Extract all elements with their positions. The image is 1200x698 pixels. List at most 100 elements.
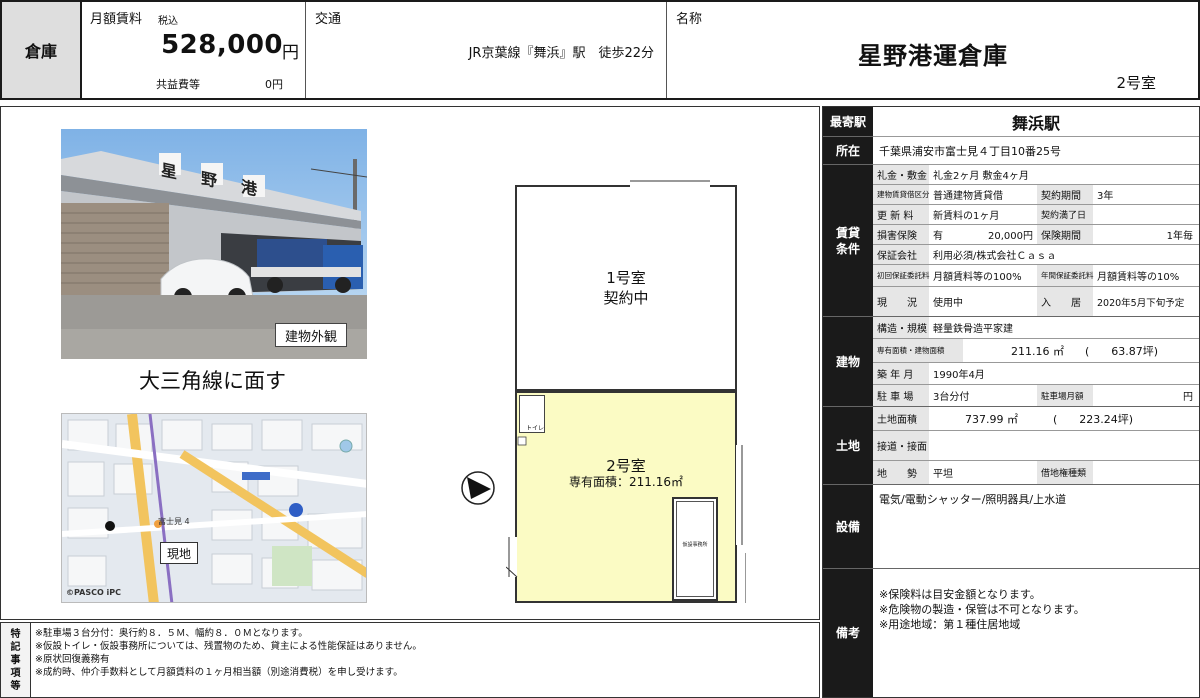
temp-office-inner [676, 501, 714, 597]
remark-line: ※危険物の製造・保管は不可となります。 [879, 603, 1085, 616]
map-illustration [62, 414, 366, 602]
terrain-label: 地 勢 [873, 461, 929, 484]
name-box: 名称 星野港運倉庫 2号室 [668, 2, 1198, 98]
access-box: 交通 JR京葉線『舞浜』駅 徒歩22分 [307, 2, 667, 98]
built-label: 築 年 月 [873, 363, 929, 384]
contract-end-label: 契約満了日 [1037, 205, 1093, 224]
facilities-label: 設備 [823, 485, 873, 569]
rent-box: 月額賃料 税込 528,000 円 共益費等 0円 [84, 2, 306, 98]
notes-label-char: 記 [10, 641, 21, 653]
special-notes-lines: ※駐車場３台分付：奥行約８．５Ｍ、幅約８．０Ｍとなります。 ※仮設トイレ・仮設事… [35, 627, 422, 679]
status-label: 現 況 [873, 287, 929, 316]
common-fee-label: 共益費等 [156, 78, 200, 91]
area-tsubo: ( 63.87坪) [1085, 344, 1159, 358]
land-area-tsubo: ( 223.24坪) [1053, 412, 1134, 426]
structure-value: 軽量鉄骨造平家建 [933, 324, 1013, 335]
land-label: 土地 [823, 407, 873, 485]
structure-row: 構造・規模 軽量鉄骨造平家建 [873, 317, 1199, 339]
lease-label-line: 条件 [835, 241, 860, 256]
toilet-label: トイレ [526, 425, 545, 432]
movein-value: 2020年5月下旬予定 [1097, 297, 1185, 309]
remarks-lines: ※保険料は目安金額となります。 ※危険物の製造・保管は不可となります。 ※用途地… [879, 587, 1085, 632]
renewal-row: 更 新 料 新賃料の1ヶ月 契約満了日 [873, 205, 1199, 225]
parking-value: 3台分付 [933, 392, 970, 403]
room-2-area-text: 専有面積：211.16㎡ [569, 475, 683, 489]
special-notes-label: 特 記 事 項 等 [1, 623, 31, 697]
status-row: 現 況 使用中 入 居 2020年5月下旬予定 [873, 287, 1199, 317]
key-money-value: 礼金2ヶ月 敷金4ヶ月 [933, 171, 1029, 182]
insurance-row: 損害保険 有 20,000円 保険期間 1年毎 [873, 225, 1199, 245]
parking-fee-value: 円 [1183, 392, 1193, 403]
insurance-period-label: 保険期間 [1037, 225, 1093, 244]
insurance-period-value: 1年毎 [1166, 231, 1193, 242]
terrain-row: 地 勢 平坦 借地権種類 [873, 461, 1199, 485]
annual-guarantee-value: 月額賃料等の10% [1097, 272, 1180, 283]
remark-line: ※保険料は目安金額となります。 [879, 588, 1041, 601]
property-details-table: 最寄駅 舞浜駅 所在 千葉県浦安市富士見４丁目10番25号 賃貸 条件 礼金・敷… [822, 106, 1200, 698]
notes-label-char: 等 [10, 680, 21, 692]
remarks-row: ※保険料は目安金額となります。 ※危険物の製造・保管は不可となります。 ※用途地… [873, 569, 1199, 697]
lease-label-line: 賃貸 [835, 225, 860, 240]
notes-label-char: 項 [10, 667, 21, 679]
property-name: 星野港運倉庫 [858, 42, 1008, 70]
insurance-flag: 有 [933, 231, 943, 242]
special-notes: 特 記 事 項 等 ※駐車場３台分付：奥行約８．５Ｍ、幅約８．０Ｍとなります。 … [0, 622, 820, 698]
building-label: 建物 [823, 317, 873, 407]
land-area-row: 土地面積 737.99 ㎡ ( 223.24坪) [873, 407, 1199, 431]
parking-label: 駐 車 場 [873, 385, 929, 406]
term-label: 契約期間 [1037, 185, 1093, 204]
nearest-station-label: 最寄駅 [823, 107, 873, 137]
header-bar: 倉庫 月額賃料 税込 528,000 円 共益費等 0円 交通 JR京葉線『舞浜… [0, 0, 1200, 100]
left-panel: 星野港 建物外観 大三角線に面す 富士見 4 現地 ©PASCO iPC トイレ… [0, 106, 820, 620]
terrain-value: 平坦 [933, 469, 953, 480]
lease-type-value: 普通建物賃貸借 [933, 191, 1003, 202]
road-label: 接道・接面 [873, 431, 929, 460]
rent-amount: 528,000 [161, 30, 283, 60]
access-label: 交通 [315, 12, 342, 27]
renewal-fee-value: 新賃料の1ヶ月 [933, 211, 1000, 222]
guarantor-row: 保証会社 利用必須/株式会社Ｃａｓａ [873, 245, 1199, 265]
temp-office-label: 仮設事務所 [682, 542, 708, 548]
area-sqm: 211.16 ㎡ [1011, 344, 1064, 358]
note-line: ※原状回復義務有 [35, 654, 110, 665]
status-value: 使用中 [933, 298, 963, 309]
rent-unit: 円 [282, 43, 299, 63]
insurance-label: 損害保険 [873, 225, 929, 244]
access-value: JR京葉線『舞浜』駅 徒歩22分 [468, 46, 654, 61]
map-area-label: 富士見 4 [158, 517, 190, 526]
built-row: 築 年 月 1990年4月 [873, 363, 1199, 385]
land-area-label: 土地面積 [873, 407, 929, 430]
road-row: 接道・接面 [873, 431, 1199, 461]
rent-label: 月額賃料 [90, 12, 143, 27]
note-line: ※仮設トイレ・仮設事務所については、残置物のため、貸主による性能保証はありません… [35, 641, 422, 652]
lease-conditions-label: 賃貸 条件 [823, 165, 873, 317]
annual-guarantee-label: 年間保証委託料 [1037, 265, 1094, 286]
area-row: 専有面積・建物面積 211.16 ㎡ ( 63.87坪) [873, 339, 1199, 363]
guarantor-label: 保証会社 [873, 245, 929, 264]
key-money-label: 礼金・敷金 [873, 165, 929, 184]
room-number: 2号室 [1116, 74, 1156, 92]
term-value: 3年 [1097, 191, 1114, 202]
nearest-station-value: 舞浜駅 [1011, 113, 1060, 133]
parking-row: 駐 車 場 3台分付 駐車場月額 円 [873, 385, 1199, 407]
remark-line: ※用途地域：第１種住居地域 [879, 618, 1021, 631]
land-right-label: 借地権種類 [1037, 461, 1093, 484]
facilities-value: 電気/電動シャッター/照明器具/上水道 [879, 493, 1067, 506]
map-location-label: 現地 [160, 542, 198, 564]
facilities-row: 電気/電動シャッター/照明器具/上水道 [873, 485, 1199, 569]
renewal-fee-label: 更 新 料 [873, 205, 929, 224]
address-row: 千葉県浦安市富士見４丁目10番25号 [873, 137, 1199, 165]
location-map: 富士見 4 現地 ©PASCO iPC [61, 413, 367, 603]
land-area-sqm: 737.99 ㎡ [965, 412, 1018, 426]
built-value: 1990年4月 [933, 370, 985, 381]
notes-label-char: 事 [10, 654, 21, 666]
address-value: 千葉県浦安市富士見４丁目10番25号 [879, 144, 1061, 158]
common-fee-value: 0円 [265, 78, 283, 91]
area-label: 専有面積・建物面積 [873, 339, 963, 362]
movein-label: 入 居 [1037, 287, 1093, 316]
structure-label: 構造・規模 [873, 317, 929, 338]
key-money-row: 礼金・敷金 礼金2ヶ月 敷金4ヶ月 [873, 165, 1199, 185]
notes-label-char: 特 [10, 628, 21, 640]
rent-tax-note: 税込 [158, 16, 178, 27]
lease-type-label: 建物賃貸借区分 [873, 185, 930, 204]
